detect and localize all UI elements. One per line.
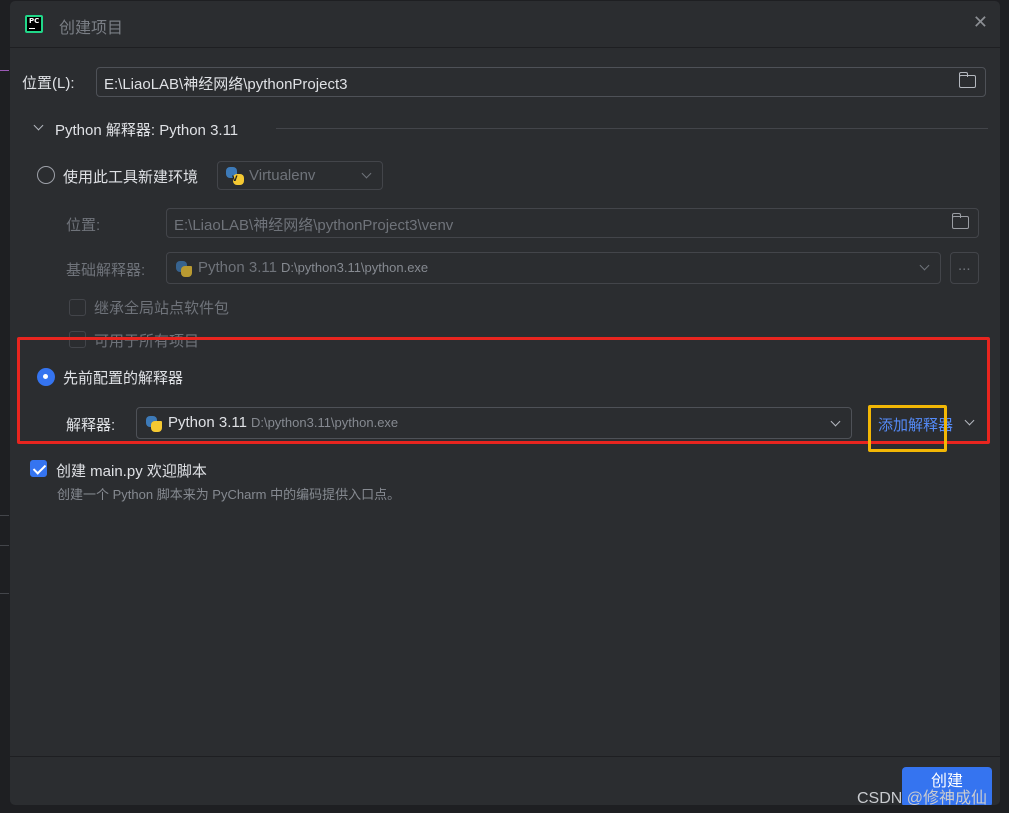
folder-icon[interactable] <box>958 72 976 88</box>
pycharm-logo-icon: PC <box>25 15 43 33</box>
create-main-label[interactable]: 创建 main.py 欢迎脚本 <box>56 460 207 481</box>
section-title[interactable]: Python 解释器: Python 3.11 <box>55 119 238 140</box>
create-main-checkbox[interactable] <box>30 460 47 477</box>
watermark: CSDN @修神成仙 <box>857 790 988 807</box>
yellow-highlight-box <box>868 405 947 452</box>
location-field[interactable]: E:\LiaoLAB\神经网络\pythonProject3 <box>96 67 986 97</box>
virtualenv-icon: v <box>226 167 244 185</box>
venv-location-field[interactable]: E:\LiaoLAB\神经网络\pythonProject3\venv <box>166 208 979 238</box>
location-label: 位置(L): <box>22 75 75 92</box>
folder-icon[interactable] <box>951 213 969 229</box>
python-icon <box>176 261 192 277</box>
background-line <box>0 515 9 516</box>
red-highlight-box <box>17 337 990 444</box>
venv-location-value: E:\LiaoLAB\神经网络\pythonProject3\venv <box>174 217 454 234</box>
collapse-chevron-icon[interactable] <box>33 120 44 131</box>
new-env-label[interactable]: 使用此工具新建环境 <box>63 166 198 187</box>
footer-divider <box>10 756 1000 757</box>
base-interpreter-label: 基础解释器: <box>66 262 146 279</box>
close-icon[interactable]: ✕ <box>973 12 988 33</box>
inherit-packages-checkbox[interactable] <box>69 299 86 316</box>
chevron-down-icon <box>919 260 930 271</box>
env-tool-dropdown[interactable]: v Virtualenv <box>217 161 383 190</box>
background-line <box>0 545 9 546</box>
venv-location-label: 位置: <box>66 217 101 234</box>
background-line <box>0 593 9 594</box>
section-divider <box>276 128 988 129</box>
base-interpreter-value: Python 3.11 D:\python3.11\python.exe <box>198 259 429 276</box>
chevron-down-icon <box>361 168 372 179</box>
browse-button[interactable]: ... <box>950 252 979 284</box>
base-interpreter-dropdown[interactable]: Python 3.11 D:\python3.11\python.exe <box>166 252 941 284</box>
title-bar: PC 创建项目 ✕ <box>10 1 1000 48</box>
window-title: 创建项目 <box>59 20 124 37</box>
background-line <box>0 70 9 71</box>
env-tool-value: Virtualenv <box>249 167 316 184</box>
new-env-radio[interactable] <box>37 166 55 184</box>
location-value: E:\LiaoLAB\神经网络\pythonProject3 <box>104 76 348 93</box>
create-main-description: 创建一个 Python 脚本来为 PyCharm 中的编码提供入口点。 <box>57 487 401 502</box>
inherit-packages-label: 继承全局站点软件包 <box>94 300 230 317</box>
